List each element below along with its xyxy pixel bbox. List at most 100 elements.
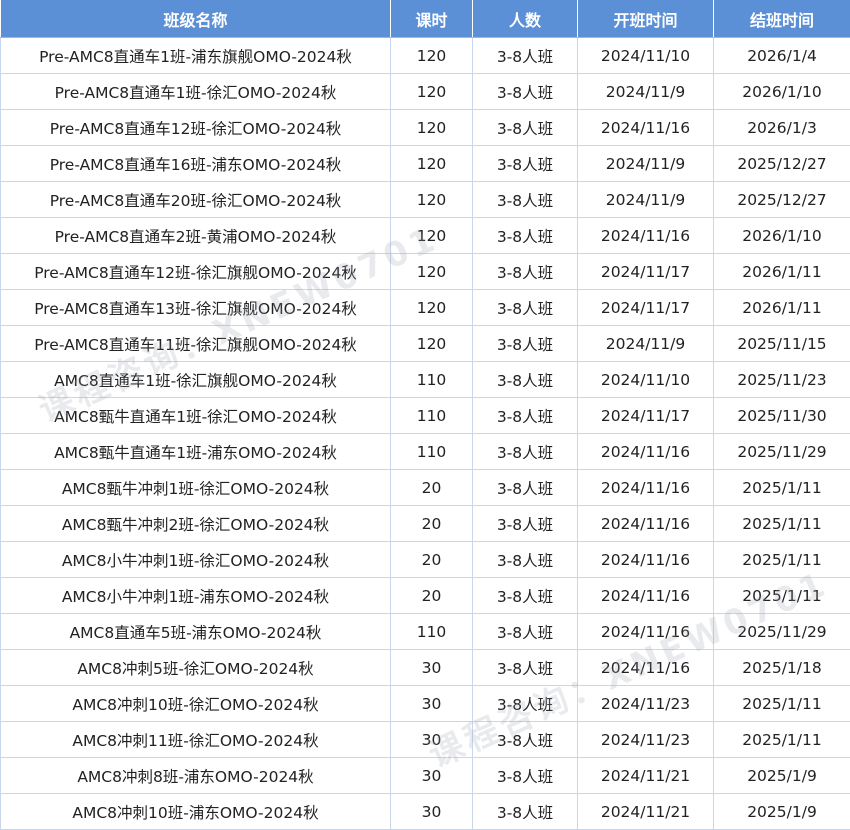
cell-end-date: 2025/1/11	[714, 542, 850, 578]
table-row: AMC8直通车5班-浦东OMO-2024秋1103-8人班2024/11/162…	[1, 614, 850, 650]
cell-class-name: AMC8甄牛直通车1班-徐汇OMO-2024秋	[1, 398, 391, 434]
header-end-date: 结班时间	[714, 0, 850, 38]
cell-hours: 120	[391, 38, 473, 74]
cell-class-size: 3-8人班	[473, 722, 578, 758]
cell-class-name: Pre-AMC8直通车11班-徐汇旗舰OMO-2024秋	[1, 326, 391, 362]
cell-class-size: 3-8人班	[473, 686, 578, 722]
table-row: AMC8甄牛冲刺2班-徐汇OMO-2024秋203-8人班2024/11/162…	[1, 506, 850, 542]
cell-class-size: 3-8人班	[473, 362, 578, 398]
cell-hours: 120	[391, 326, 473, 362]
cell-hours: 110	[391, 362, 473, 398]
table-row: Pre-AMC8直通车12班-徐汇OMO-2024秋1203-8人班2024/1…	[1, 110, 850, 146]
cell-class-name: AMC8小牛冲刺1班-浦东OMO-2024秋	[1, 578, 391, 614]
cell-class-name: AMC8直通车5班-浦东OMO-2024秋	[1, 614, 391, 650]
cell-class-name: Pre-AMC8直通车20班-徐汇OMO-2024秋	[1, 182, 391, 218]
table-row: Pre-AMC8直通车13班-徐汇旗舰OMO-2024秋1203-8人班2024…	[1, 290, 850, 326]
cell-end-date: 2025/1/11	[714, 686, 850, 722]
cell-hours: 20	[391, 578, 473, 614]
table-row: AMC8冲刺10班-徐汇OMO-2024秋303-8人班2024/11/2320…	[1, 686, 850, 722]
table-row: Pre-AMC8直通车1班-徐汇OMO-2024秋1203-8人班2024/11…	[1, 74, 850, 110]
cell-class-size: 3-8人班	[473, 254, 578, 290]
table-row: AMC8甄牛直通车1班-徐汇OMO-2024秋1103-8人班2024/11/1…	[1, 398, 850, 434]
cell-class-name: AMC8小牛冲刺1班-徐汇OMO-2024秋	[1, 542, 391, 578]
cell-class-name: AMC8冲刺11班-徐汇OMO-2024秋	[1, 722, 391, 758]
cell-hours: 30	[391, 722, 473, 758]
cell-start-date: 2024/11/17	[578, 254, 714, 290]
cell-end-date: 2025/1/9	[714, 758, 850, 794]
table-row: Pre-AMC8直通车16班-浦东OMO-2024秋1203-8人班2024/1…	[1, 146, 850, 182]
cell-hours: 20	[391, 542, 473, 578]
cell-start-date: 2024/11/21	[578, 758, 714, 794]
table-row: AMC8甄牛直通车1班-浦东OMO-2024秋1103-8人班2024/11/1…	[1, 434, 850, 470]
cell-start-date: 2024/11/16	[578, 470, 714, 506]
cell-end-date: 2025/1/11	[714, 722, 850, 758]
cell-hours: 110	[391, 614, 473, 650]
cell-hours: 120	[391, 182, 473, 218]
cell-class-name: Pre-AMC8直通车2班-黄浦OMO-2024秋	[1, 218, 391, 254]
table-row: AMC8冲刺8班-浦东OMO-2024秋303-8人班2024/11/21202…	[1, 758, 850, 794]
table-row: AMC8冲刺5班-徐汇OMO-2024秋303-8人班2024/11/16202…	[1, 650, 850, 686]
cell-start-date: 2024/11/23	[578, 722, 714, 758]
table-row: Pre-AMC8直通车12班-徐汇旗舰OMO-2024秋1203-8人班2024…	[1, 254, 850, 290]
cell-class-size: 3-8人班	[473, 650, 578, 686]
cell-start-date: 2024/11/16	[578, 434, 714, 470]
header-hours: 课时	[391, 0, 473, 38]
cell-end-date: 2025/1/18	[714, 650, 850, 686]
cell-end-date: 2026/1/10	[714, 74, 850, 110]
cell-class-name: Pre-AMC8直通车16班-浦东OMO-2024秋	[1, 146, 391, 182]
table-row: AMC8直通车1班-徐汇旗舰OMO-2024秋1103-8人班2024/11/1…	[1, 362, 850, 398]
cell-class-size: 3-8人班	[473, 470, 578, 506]
cell-class-size: 3-8人班	[473, 794, 578, 830]
cell-class-size: 3-8人班	[473, 398, 578, 434]
cell-end-date: 2025/11/29	[714, 434, 850, 470]
cell-end-date: 2025/11/15	[714, 326, 850, 362]
cell-class-name: Pre-AMC8直通车1班-徐汇OMO-2024秋	[1, 74, 391, 110]
table-body: Pre-AMC8直通车1班-浦东旗舰OMO-2024秋1203-8人班2024/…	[1, 38, 850, 830]
table-row: Pre-AMC8直通车2班-黄浦OMO-2024秋1203-8人班2024/11…	[1, 218, 850, 254]
cell-hours: 120	[391, 218, 473, 254]
cell-hours: 30	[391, 686, 473, 722]
cell-class-size: 3-8人班	[473, 146, 578, 182]
cell-end-date: 2025/12/27	[714, 146, 850, 182]
cell-end-date: 2025/12/27	[714, 182, 850, 218]
cell-end-date: 2026/1/3	[714, 110, 850, 146]
cell-class-size: 3-8人班	[473, 326, 578, 362]
cell-class-size: 3-8人班	[473, 578, 578, 614]
cell-end-date: 2025/11/30	[714, 398, 850, 434]
header-row: 班级名称 课时 人数 开班时间 结班时间	[1, 0, 850, 38]
cell-start-date: 2024/11/16	[578, 614, 714, 650]
cell-class-size: 3-8人班	[473, 434, 578, 470]
cell-class-size: 3-8人班	[473, 182, 578, 218]
cell-end-date: 2025/1/11	[714, 506, 850, 542]
cell-start-date: 2024/11/21	[578, 794, 714, 830]
cell-class-name: AMC8冲刺8班-浦东OMO-2024秋	[1, 758, 391, 794]
cell-start-date: 2024/11/16	[578, 506, 714, 542]
table-row: Pre-AMC8直通车1班-浦东旗舰OMO-2024秋1203-8人班2024/…	[1, 38, 850, 74]
cell-start-date: 2024/11/9	[578, 74, 714, 110]
cell-end-date: 2025/11/29	[714, 614, 850, 650]
header-class-size: 人数	[473, 0, 578, 38]
cell-start-date: 2024/11/16	[578, 218, 714, 254]
cell-class-size: 3-8人班	[473, 38, 578, 74]
cell-class-name: AMC8冲刺10班-徐汇OMO-2024秋	[1, 686, 391, 722]
cell-start-date: 2024/11/16	[578, 578, 714, 614]
table-row: AMC8冲刺11班-徐汇OMO-2024秋303-8人班2024/11/2320…	[1, 722, 850, 758]
cell-class-name: AMC8甄牛冲刺1班-徐汇OMO-2024秋	[1, 470, 391, 506]
header-class-name: 班级名称	[1, 0, 391, 38]
cell-start-date: 2024/11/16	[578, 110, 714, 146]
cell-start-date: 2024/11/16	[578, 542, 714, 578]
cell-start-date: 2024/11/10	[578, 38, 714, 74]
cell-start-date: 2024/11/9	[578, 326, 714, 362]
cell-class-size: 3-8人班	[473, 110, 578, 146]
cell-hours: 30	[391, 650, 473, 686]
cell-class-name: AMC8甄牛直通车1班-浦东OMO-2024秋	[1, 434, 391, 470]
cell-hours: 20	[391, 470, 473, 506]
cell-start-date: 2024/11/23	[578, 686, 714, 722]
cell-class-name: AMC8冲刺10班-浦东OMO-2024秋	[1, 794, 391, 830]
cell-end-date: 2026/1/10	[714, 218, 850, 254]
cell-hours: 120	[391, 74, 473, 110]
cell-end-date: 2025/1/9	[714, 794, 850, 830]
table-row: AMC8冲刺10班-浦东OMO-2024秋303-8人班2024/11/2120…	[1, 794, 850, 830]
cell-class-name: Pre-AMC8直通车12班-徐汇OMO-2024秋	[1, 110, 391, 146]
cell-class-size: 3-8人班	[473, 542, 578, 578]
